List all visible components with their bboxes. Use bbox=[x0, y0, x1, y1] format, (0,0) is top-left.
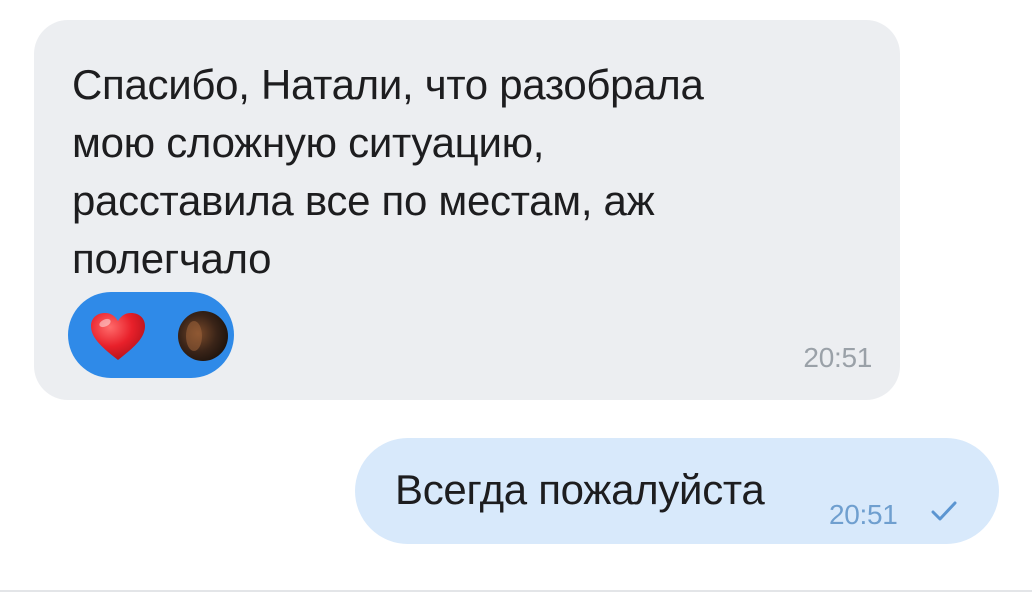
outgoing-message-text: Всегда пожалуйста bbox=[395, 466, 765, 513]
message-line: мою сложную ситуацию, bbox=[72, 119, 545, 166]
check-icon bbox=[931, 501, 957, 521]
incoming-message-bubble[interactable]: Спасибо, Натали, что разобрала мою сложн… bbox=[34, 20, 900, 400]
message-time: 20:51 bbox=[803, 342, 872, 373]
reactor-avatar[interactable] bbox=[178, 311, 228, 361]
heart-icon bbox=[91, 313, 145, 360]
incoming-message-text: Спасибо, Натали, что разобрала мою сложн… bbox=[72, 56, 832, 288]
bottom-divider bbox=[0, 590, 1032, 592]
message-line: полегчало bbox=[72, 235, 272, 282]
message-line: расставила все по местам, аж bbox=[72, 177, 655, 224]
message-time: 20:51 bbox=[829, 499, 898, 530]
message-line: Спасибо, Натали, что разобрала bbox=[72, 61, 704, 108]
chat-area: Спасибо, Натали, что разобрала мою сложн… bbox=[0, 0, 1032, 600]
reaction-pill[interactable] bbox=[68, 292, 234, 378]
avatar-shade bbox=[186, 321, 202, 351]
outgoing-message-bubble[interactable]: Всегда пожалуйста 20:51 bbox=[355, 438, 999, 544]
